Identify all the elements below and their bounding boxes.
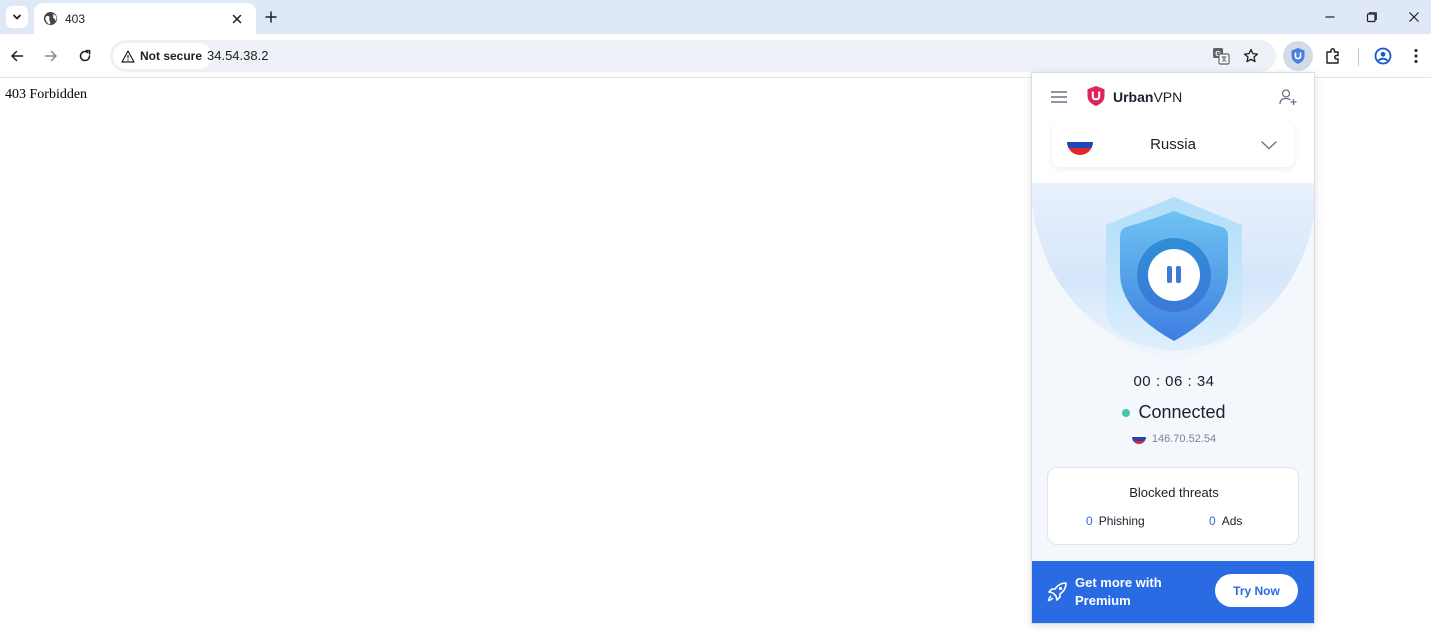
country-selector[interactable]: Russia (1052, 121, 1294, 167)
ads-count: 0 Ads (1209, 514, 1242, 528)
connection-timer: 00 : 06 : 34 (1133, 373, 1215, 390)
ads-number: 0 (1209, 514, 1216, 528)
profile-icon (1374, 47, 1392, 65)
ip-address: 146.70.52.54 (1151, 433, 1217, 445)
translate-icon: G (1213, 48, 1230, 65)
address-bar[interactable]: Not secure 34.54.38.2 G (110, 40, 1276, 72)
phishing-count: 0 Phishing (1086, 514, 1145, 528)
extensions-icon (1326, 48, 1339, 64)
more-icon (1414, 49, 1418, 63)
reload-button[interactable] (75, 46, 95, 66)
star-icon (1243, 48, 1259, 63)
premium-banner: Get more with Premium Try Now (1032, 561, 1314, 623)
country-name: Russia (1150, 136, 1196, 153)
urban-vpn-logo-icon (1087, 86, 1105, 106)
extensions-button[interactable] (1323, 46, 1343, 66)
minimize-icon (1325, 16, 1335, 18)
status-dot (1122, 408, 1131, 417)
tab-close-button[interactable] (228, 10, 246, 28)
window-close-button[interactable] (1400, 6, 1428, 28)
security-chip[interactable]: Not secure (113, 43, 213, 69)
plus-icon (265, 11, 277, 23)
phishing-number: 0 (1086, 514, 1093, 528)
reload-icon (79, 49, 91, 62)
russia-flag-icon (1131, 434, 1146, 444)
close-icon (232, 14, 242, 24)
chevron-down-icon (13, 14, 21, 20)
toolbar-divider (1358, 48, 1359, 66)
ads-label: Ads (1221, 514, 1243, 528)
tab-search-button[interactable] (6, 6, 28, 28)
url-text: 34.54.38.2 (207, 48, 269, 63)
premium-text: Get more with Premium (1075, 575, 1162, 608)
urban-vpn-extension-icon (1291, 48, 1305, 64)
chevron-down-icon (1261, 141, 1277, 150)
brand-bold: Urban (1113, 89, 1154, 105)
threats-title: Blocked threats (1129, 485, 1219, 500)
try-now-button[interactable]: Try Now (1215, 574, 1298, 607)
profile-button[interactable] (1373, 46, 1393, 66)
urban-vpn-popup: UrbanVPN Russia 00 : 06 : 34 Connected 1… (1031, 72, 1315, 624)
page-error-text: 403 Forbidden (5, 87, 88, 102)
tab-active[interactable]: 403 (34, 3, 256, 34)
add-user-icon[interactable] (1278, 87, 1298, 107)
ip-address-row: 146.70.52.54 (1032, 433, 1314, 445)
rocket-icon (1047, 582, 1067, 602)
bookmark-button[interactable] (1242, 47, 1260, 65)
tab-title: 403 (65, 12, 86, 26)
restore-button[interactable] (1358, 6, 1386, 28)
back-button[interactable] (7, 46, 27, 66)
warning-icon (121, 49, 135, 63)
pause-connection-shield-button[interactable] (1094, 193, 1254, 353)
brand-light: VPN (1153, 89, 1183, 105)
phishing-label: Phishing (1098, 514, 1145, 528)
translate-button[interactable]: G (1212, 47, 1230, 65)
security-label: Not secure (140, 49, 203, 63)
status-text: Connected (1138, 402, 1226, 422)
close-icon (1409, 12, 1419, 22)
forward-icon (44, 50, 57, 62)
globe-icon (43, 11, 58, 26)
forward-button[interactable] (41, 46, 61, 66)
minimize-button[interactable] (1316, 6, 1344, 28)
restore-icon (1366, 12, 1377, 23)
new-tab-button[interactable] (261, 7, 281, 27)
connection-status: Connected (1032, 402, 1314, 423)
tab-strip: 403 (0, 0, 1431, 34)
hamburger-menu-icon[interactable] (1050, 88, 1068, 106)
urban-vpn-extension-button[interactable] (1283, 41, 1313, 71)
back-icon (11, 50, 24, 62)
blocked-threats-card: Blocked threats 0 Phishing 0 Ads (1047, 467, 1299, 545)
urban-vpn-brand: UrbanVPN (1113, 89, 1182, 105)
menu-button[interactable] (1406, 46, 1426, 66)
